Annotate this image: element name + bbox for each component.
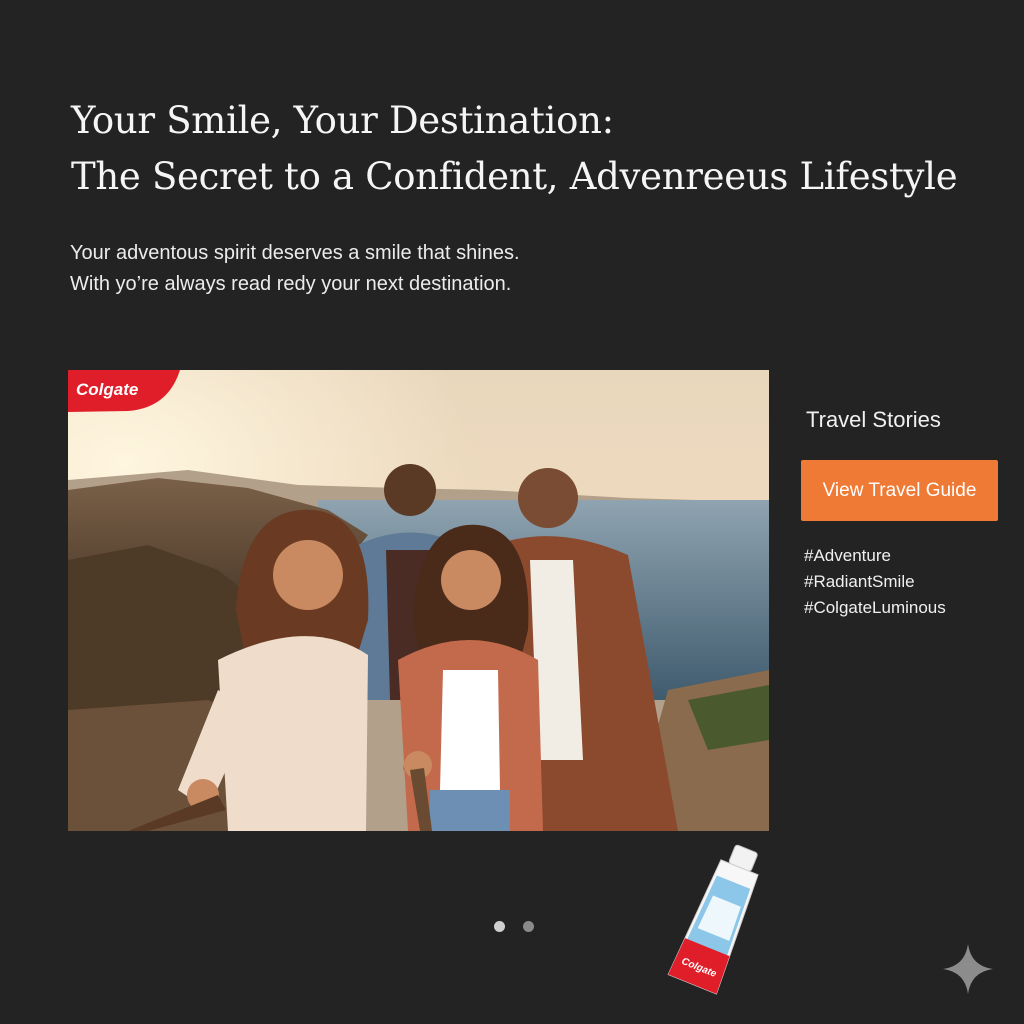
carousel-pagination: [494, 921, 534, 932]
intro-text: Your adventous spirit deserves a smile t…: [70, 238, 520, 300]
page-headline: Your Smile, Your Destination: The Secret…: [71, 93, 971, 205]
view-travel-guide-button[interactable]: View Travel Guide: [801, 460, 998, 521]
hashtag-colgate-luminous[interactable]: #ColgateLuminous: [804, 595, 946, 621]
carousel-dot-1[interactable]: [494, 921, 505, 932]
sparkle-icon: [941, 942, 995, 996]
hashtag-adventure[interactable]: #Adventure: [804, 543, 946, 569]
intro-line-1: Your adventous spirit deserves a smile t…: [70, 242, 520, 264]
carousel-dot-2[interactable]: [523, 921, 534, 932]
colgate-logo: Colgate: [68, 370, 180, 412]
hashtag-radiant-smile[interactable]: #RadiantSmile: [804, 569, 946, 595]
colgate-logo-text: Colgate: [76, 380, 138, 399]
intro-line-2: With yo’re always read redy your next de…: [70, 273, 512, 295]
toothpaste-tube-icon: Colgate: [660, 838, 770, 1003]
hashtag-list: #Adventure #RadiantSmile #ColgateLuminou…: [804, 543, 946, 621]
hero-photo[interactable]: [68, 370, 769, 831]
travel-stories-heading: Travel Stories: [806, 407, 941, 432]
group-selfie-illustration: [68, 370, 769, 831]
headline-line-2: The Secret to a Confident, Advenreeus Li…: [71, 155, 958, 198]
headline-line-1: Your Smile, Your Destination:: [71, 99, 614, 142]
